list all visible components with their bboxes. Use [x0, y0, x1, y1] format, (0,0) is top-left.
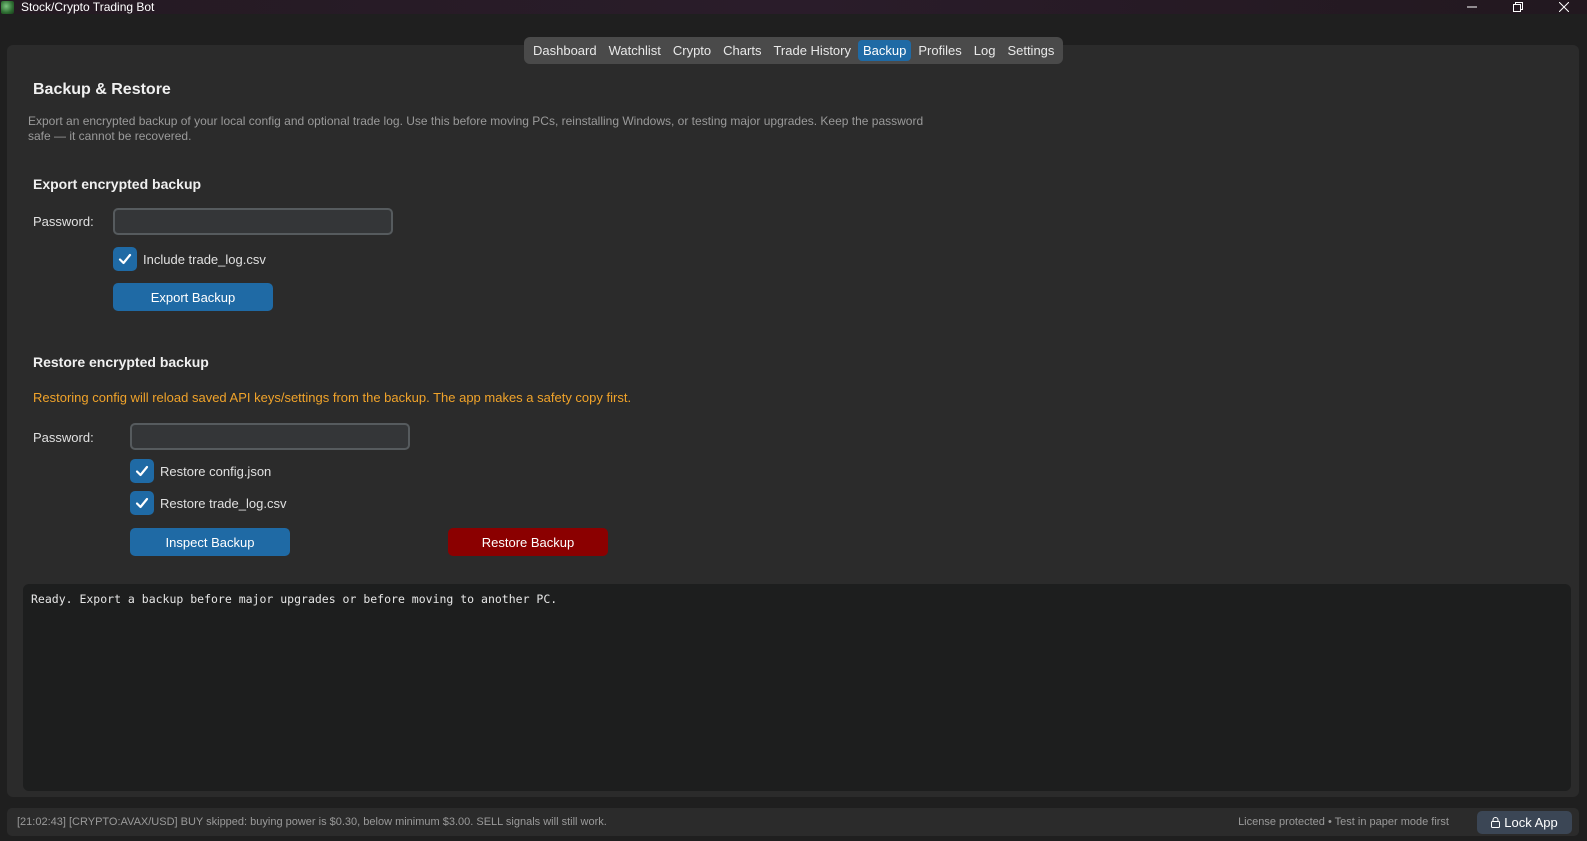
restore-password-label: Password: — [33, 430, 94, 445]
export-password-label: Password: — [33, 214, 94, 229]
status-bar: [21:02:43] [CRYPTO:AVAX/USD] BUY skipped… — [7, 808, 1579, 836]
inspect-backup-button[interactable]: Inspect Backup — [130, 528, 290, 556]
window-title: Stock/Crypto Trading Bot — [21, 0, 155, 14]
checkmark-icon — [118, 253, 132, 265]
export-password-input[interactable] — [113, 208, 393, 235]
tab-watchlist[interactable]: Watchlist — [604, 40, 666, 61]
restore-heading: Restore encrypted backup — [33, 354, 209, 370]
page-title: Backup & Restore — [33, 81, 171, 98]
app-logo-icon — [1, 0, 14, 14]
tab-charts[interactable]: Charts — [718, 40, 766, 61]
restore-config-checkbox[interactable]: Restore config.json — [130, 459, 271, 483]
console-text: Ready. Export a backup before major upgr… — [31, 592, 558, 606]
restore-window-button[interactable] — [1495, 0, 1541, 14]
status-message: [21:02:43] [CRYPTO:AVAX/USD] BUY skipped… — [17, 816, 607, 828]
restore-warning: Restoring config will reload saved API k… — [33, 390, 632, 405]
restore-config-label: Restore config.json — [160, 463, 272, 479]
restore-password-input[interactable] — [130, 423, 410, 450]
include-trade-log-label: Include trade_log.csv — [143, 251, 266, 267]
restore-backup-button[interactable]: Restore Backup — [448, 528, 608, 556]
page-description: Export an encrypted backup of your local… — [28, 114, 924, 143]
include-trade-log-checkbox[interactable]: Include trade_log.csv — [113, 247, 266, 271]
restore-config-check[interactable] — [130, 459, 154, 483]
lock-app-button[interactable]: Lock App — [1477, 811, 1572, 834]
tab-settings[interactable]: Settings — [1002, 40, 1059, 61]
checkmark-icon — [135, 465, 149, 477]
window-controls — [1449, 0, 1587, 14]
tab-backup[interactable]: Backup — [858, 40, 912, 61]
tab-trade-history[interactable]: Trade History — [768, 40, 856, 61]
license-status: License protected • Test in paper mode f… — [1238, 816, 1449, 828]
restore-window-icon — [1513, 2, 1523, 12]
restore-trade-log-checkbox[interactable]: Restore trade_log.csv — [130, 491, 286, 515]
include-trade-log-check[interactable] — [113, 247, 137, 271]
tab-profiles[interactable]: Profiles — [913, 40, 966, 61]
export-backup-button[interactable]: Export Backup — [113, 283, 273, 311]
lock-app-label: Lock App — [1504, 815, 1558, 830]
close-window-button[interactable] — [1541, 0, 1587, 14]
tab-dashboard[interactable]: Dashboard — [528, 40, 602, 61]
minimize-button[interactable] — [1449, 0, 1495, 14]
export-heading: Export encrypted backup — [33, 176, 202, 192]
lock-icon — [1491, 817, 1501, 828]
tab-bar: Dashboard Watchlist Crypto Charts Trade Hist… — [524, 37, 1064, 64]
restore-trade-log-label: Restore trade_log.csv — [160, 495, 287, 511]
close-icon — [1559, 2, 1569, 12]
minimize-icon — [1467, 6, 1477, 8]
tab-log[interactable]: Log — [969, 40, 1001, 61]
tab-crypto[interactable]: Crypto — [668, 40, 716, 61]
title-bar: Stock/Crypto Trading Bot — [0, 0, 1587, 14]
checkmark-icon — [135, 497, 149, 509]
restore-trade-log-check[interactable] — [130, 491, 154, 515]
output-console[interactable]: Ready. Export a backup before major upgr… — [23, 584, 1571, 791]
